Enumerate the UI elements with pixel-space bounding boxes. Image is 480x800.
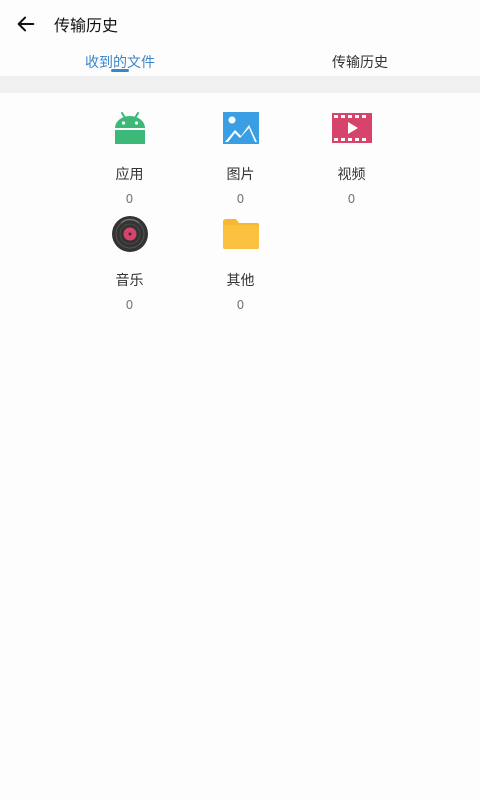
tab-label: 传输历史 xyxy=(332,55,388,71)
tab-received-files[interactable]: 收到的文件 xyxy=(0,48,240,76)
category-apps[interactable]: 应用 0 xyxy=(74,108,185,208)
page-title: 传输历史 xyxy=(54,16,119,35)
vinyl-record-icon xyxy=(110,214,150,254)
category-music[interactable]: 音乐 0 xyxy=(74,214,185,314)
image-icon xyxy=(221,108,261,148)
category-count: 0 xyxy=(236,192,245,206)
category-label: 图片 xyxy=(226,167,255,183)
category-label: 其他 xyxy=(226,273,255,289)
section-divider xyxy=(0,76,480,93)
app-bar: 传输历史 xyxy=(0,0,480,48)
category-videos[interactable]: 视频 0 xyxy=(296,108,407,208)
tab-transfer-history[interactable]: 传输历史 xyxy=(240,48,480,76)
folder-icon xyxy=(221,214,261,254)
video-icon xyxy=(331,108,372,148)
tab-indicator xyxy=(111,69,129,72)
arrow-left-icon xyxy=(17,16,35,32)
category-label: 视频 xyxy=(337,167,366,183)
category-count: 0 xyxy=(125,192,134,206)
category-count: 0 xyxy=(347,192,356,206)
back-button[interactable] xyxy=(0,0,52,48)
android-icon xyxy=(110,108,150,148)
category-count: 0 xyxy=(125,298,134,312)
category-images[interactable]: 图片 0 xyxy=(185,108,296,208)
category-label: 音乐 xyxy=(115,273,144,289)
category-label: 应用 xyxy=(115,167,144,183)
category-count: 0 xyxy=(236,298,245,312)
category-other[interactable]: 其他 0 xyxy=(185,214,296,314)
tab-bar: 收到的文件 传输历史 xyxy=(0,48,480,76)
